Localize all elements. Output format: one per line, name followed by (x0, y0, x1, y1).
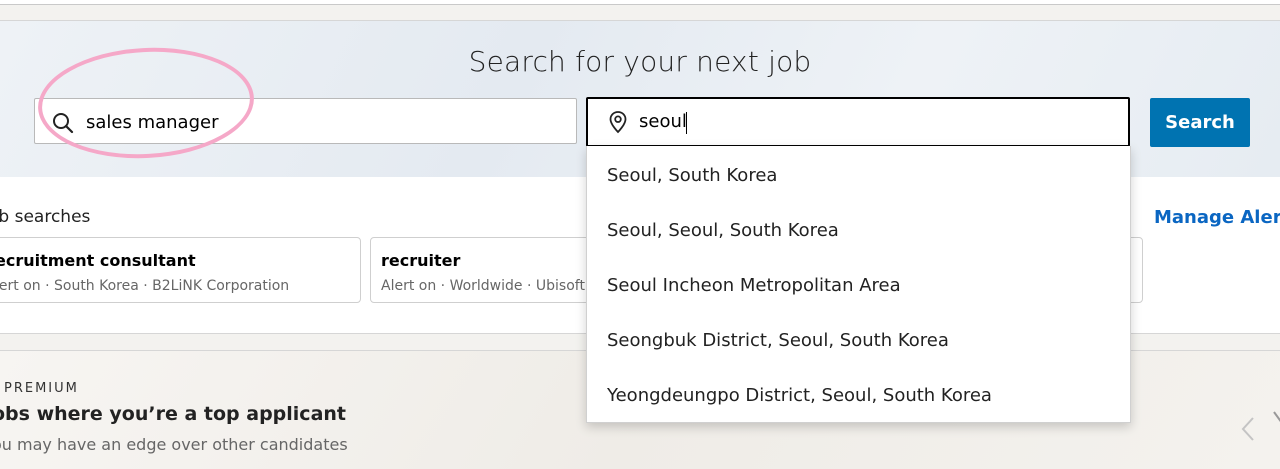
premium-label: PREMIUM (4, 381, 79, 396)
search-button[interactable]: Search (1150, 98, 1250, 147)
suggestion-item[interactable]: Seoul, South Korea (587, 148, 1130, 203)
suggestion-item[interactable]: Seoul, Seoul, South Korea (587, 203, 1130, 258)
chevron-left-icon[interactable] (1240, 415, 1256, 443)
job-alert-card[interactable]: recruiter Alert on · Worldwide · Ubisoft (370, 237, 600, 303)
suggestion-item[interactable]: Seoul Incheon Metropolitan Area (587, 258, 1130, 313)
job-alert-card[interactable]: ecruitment consultant lert on · South Ko… (0, 237, 361, 303)
text-cursor (686, 112, 687, 134)
chevron-right-icon[interactable] (1272, 409, 1280, 437)
recent-searches-heading: ob searches (0, 207, 91, 227)
premium-subtitle: ou may have an edge over other candidate… (0, 435, 348, 454)
alert-title: recruiter (381, 251, 461, 270)
location-search-field[interactable] (586, 97, 1130, 147)
manage-alerts-link[interactable]: Manage Alert (1154, 207, 1280, 228)
location-suggestions-dropdown: Seoul, South Korea Seoul, Seoul, South K… (586, 146, 1131, 423)
top-card-edge (0, 0, 1280, 5)
premium-title: obs where you’re a top applicant (0, 403, 346, 425)
alert-subtitle: Alert on · Worldwide · Ubisoft (381, 278, 585, 294)
alert-subtitle: lert on · South Korea · B2LiNK Corporati… (0, 278, 290, 294)
location-pin-icon (609, 111, 627, 134)
alert-title: ecruitment consultant (0, 251, 196, 270)
suggestion-item[interactable]: Seongbuk District, Seoul, South Korea (587, 313, 1130, 368)
suggestion-item[interactable]: Yeongdeungpo District, Seoul, South Kore… (587, 368, 1130, 423)
location-input[interactable] (639, 111, 1039, 132)
